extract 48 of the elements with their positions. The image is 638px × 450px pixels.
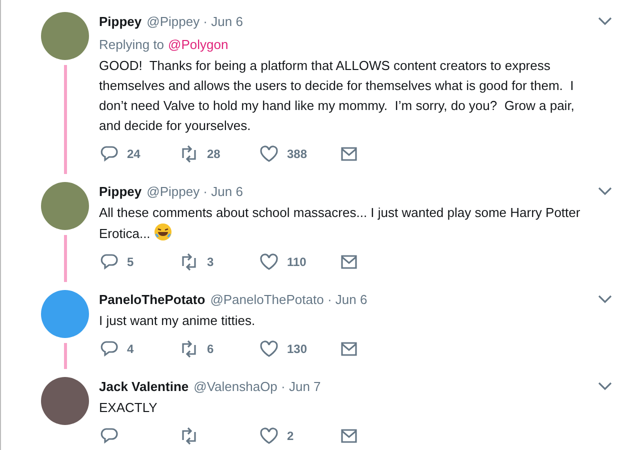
avatar-placeholder[interactable]	[41, 290, 89, 338]
action-count: 5	[127, 255, 134, 269]
heart-icon[interactable]	[259, 339, 279, 359]
arrows-loop-icon[interactable]	[179, 426, 199, 446]
action-count: 130	[287, 342, 308, 356]
arrows-loop-icon[interactable]	[179, 144, 199, 164]
display-name[interactable]: PaneloThePotato	[99, 290, 206, 309]
handle-and-date: @PaneloThePotato · Jun 6	[210, 291, 368, 309]
action-count: 4	[127, 342, 134, 356]
mention-link[interactable]: @Polygon	[168, 35, 228, 54]
arrows-loop-icon[interactable]	[179, 252, 199, 272]
action-count: 3	[207, 255, 214, 269]
heart-icon[interactable]	[259, 252, 279, 272]
action-count: 388	[287, 147, 308, 161]
action-count: 28	[207, 147, 220, 161]
avatar-placeholder[interactable]	[41, 12, 89, 60]
tweet-text: GOOD! Thanks for being a platform that ALLOWS content creators to express themselves and allows the users to decide for themselves what is good for them. I don’t need Valve to hold my hand like my mommy. I’m sorry, do you? Grow a pair, and decide for yourselves.	[99, 57, 576, 135]
speech-bubble-icon[interactable]	[99, 252, 119, 272]
tweet-text: EXACTLY	[99, 399, 158, 417]
heart-icon[interactable]	[259, 144, 279, 164]
display-name[interactable]: Pippey	[99, 182, 142, 201]
display-name[interactable]: Pippey	[99, 12, 142, 31]
envelope-icon[interactable]	[339, 252, 359, 272]
action-count: 2	[287, 429, 294, 443]
avatar-placeholder[interactable]	[41, 182, 89, 230]
envelope-icon[interactable]	[339, 339, 359, 359]
heart-icon[interactable]	[259, 426, 279, 446]
display-name[interactable]: Jack Valentine	[99, 377, 189, 396]
envelope-icon[interactable]	[339, 144, 359, 164]
action-count: 24	[127, 147, 140, 161]
tweet-text: All these comments about school massacres... I just wanted play some Harry Potter Erotica...	[99, 204, 582, 243]
handle-and-date: @Pippey · Jun 6	[146, 13, 243, 31]
envelope-icon[interactable]	[339, 426, 359, 446]
handle-and-date: @Pippey · Jun 6	[146, 183, 243, 201]
chevron-down-icon[interactable]	[598, 381, 612, 391]
avatar-placeholder[interactable]	[41, 377, 89, 425]
speech-bubble-icon[interactable]	[99, 339, 119, 359]
tweet-text: I just want my anime titties.	[99, 312, 256, 330]
speech-bubble-icon[interactable]	[99, 426, 119, 446]
chevron-down-icon[interactable]	[598, 186, 612, 196]
action-count: 110	[287, 255, 306, 269]
chevron-down-icon[interactable]	[598, 294, 612, 304]
handle-and-date: @ValenshaOp · Jun 7	[194, 378, 321, 396]
chevron-down-icon[interactable]	[598, 16, 612, 26]
replying-label: Replying to	[99, 36, 164, 54]
action-count: 6	[207, 342, 214, 356]
arrows-loop-icon[interactable]	[179, 339, 199, 359]
speech-bubble-icon[interactable]	[99, 144, 119, 164]
